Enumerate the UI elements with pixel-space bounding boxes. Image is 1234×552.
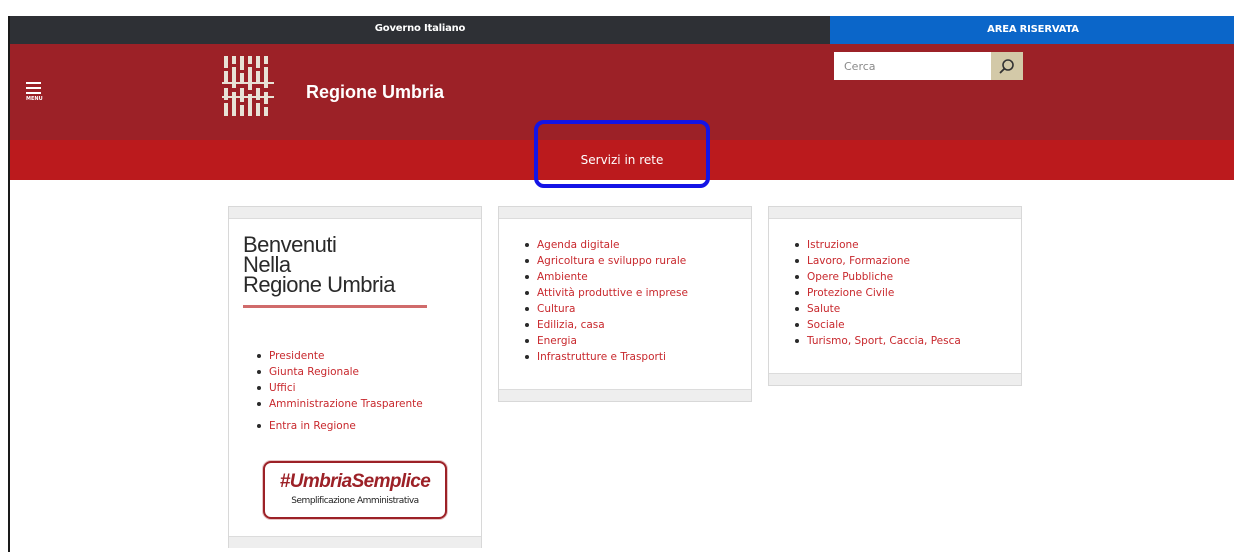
- hamburger-icon-bar: [26, 87, 41, 89]
- link-edilizia-casa[interactable]: Edilizia, casa: [523, 317, 751, 333]
- topics-list-1: Agenda digitale Agricoltura e sviluppo r…: [523, 237, 751, 365]
- welcome-panel: Benvenuti Nella Regione Umbria President…: [228, 206, 482, 548]
- welcome-line-3: Regione Umbria: [243, 272, 395, 297]
- link-entra-in-regione[interactable]: Entra in Regione: [255, 418, 481, 434]
- hamburger-icon: [26, 82, 41, 84]
- link-turismo-sport[interactable]: Turismo, Sport, Caccia, Pesca: [793, 333, 1021, 349]
- topics-list-2: Istruzione Lavoro, Formazione Opere Pubb…: [793, 237, 1021, 349]
- menu-label: MENU: [26, 96, 43, 102]
- panel-header: [229, 207, 481, 219]
- main-nav: Servizi in rete: [10, 140, 1234, 180]
- panel-footer: [229, 536, 481, 548]
- link-presidente[interactable]: Presidente: [255, 348, 481, 364]
- umbria-semplice-banner[interactable]: #UmbriaSemplice Semplificazione Amminist…: [263, 461, 447, 519]
- search-icon: [999, 59, 1014, 74]
- banner-subtitle: Semplificazione Amministrativa: [291, 496, 419, 506]
- topics-panel-1: Agenda digitale Agricoltura e sviluppo r…: [498, 206, 752, 402]
- government-bar: Governo Italiano AREA RISERVATA: [10, 16, 1234, 44]
- link-sociale[interactable]: Sociale: [793, 317, 1021, 333]
- site-title[interactable]: Regione Umbria: [306, 82, 444, 103]
- regione-umbria-logo[interactable]: [220, 54, 276, 118]
- entra-links: Entra in Regione: [255, 418, 481, 434]
- search-box: [834, 52, 1023, 80]
- panel-footer: [769, 373, 1021, 385]
- link-amministrazione-trasparente[interactable]: Amministrazione Trasparente: [255, 396, 481, 412]
- panel-header: [499, 207, 751, 219]
- link-cultura[interactable]: Cultura: [523, 301, 751, 317]
- site-header: MENU Regione Umbria Cerca: [10, 44, 1234, 140]
- link-agricoltura[interactable]: Agricoltura e sviluppo rurale: [523, 253, 751, 269]
- link-agenda-digitale[interactable]: Agenda digitale: [523, 237, 751, 253]
- divider: [243, 305, 427, 308]
- hamburger-icon-bar: [26, 92, 41, 94]
- link-ambiente[interactable]: Ambiente: [523, 269, 751, 285]
- menu-button[interactable]: MENU: [26, 82, 44, 106]
- panel-header: [769, 207, 1021, 219]
- link-energia[interactable]: Energia: [523, 333, 751, 349]
- governo-italiano-link[interactable]: Governo Italiano: [10, 23, 830, 34]
- panel-footer: [499, 389, 751, 401]
- link-salute[interactable]: Salute: [793, 301, 1021, 317]
- banner-title: #UmbriaSemplice: [279, 471, 431, 492]
- welcome-heading: Benvenuti Nella Regione Umbria: [229, 219, 481, 297]
- link-uffici[interactable]: Uffici: [255, 380, 481, 396]
- link-istruzione[interactable]: Istruzione: [793, 237, 1021, 253]
- area-riservata-button[interactable]: AREA RISERVATA: [830, 16, 1234, 44]
- search-button[interactable]: [991, 52, 1023, 80]
- link-giunta-regionale[interactable]: Giunta Regionale: [255, 364, 481, 380]
- link-opere-pubbliche[interactable]: Opere Pubbliche: [793, 269, 1021, 285]
- nav-item-servizi-in-rete[interactable]: Servizi in rete: [534, 140, 710, 180]
- link-attivita-produttive[interactable]: Attività produttive e imprese: [523, 285, 751, 301]
- institution-links: Presidente Giunta Regionale Uffici Ammin…: [255, 348, 481, 412]
- link-infrastrutture-trasporti[interactable]: Infrastrutture e Trasporti: [523, 349, 751, 365]
- link-protezione-civile[interactable]: Protezione Civile: [793, 285, 1021, 301]
- link-lavoro-formazione[interactable]: Lavoro, Formazione: [793, 253, 1021, 269]
- search-input[interactable]: [834, 52, 991, 80]
- browser-viewport: Governo Italiano AREA RISERVATA MENU Reg…: [8, 16, 1234, 552]
- topics-panel-2: Istruzione Lavoro, Formazione Opere Pubb…: [768, 206, 1022, 386]
